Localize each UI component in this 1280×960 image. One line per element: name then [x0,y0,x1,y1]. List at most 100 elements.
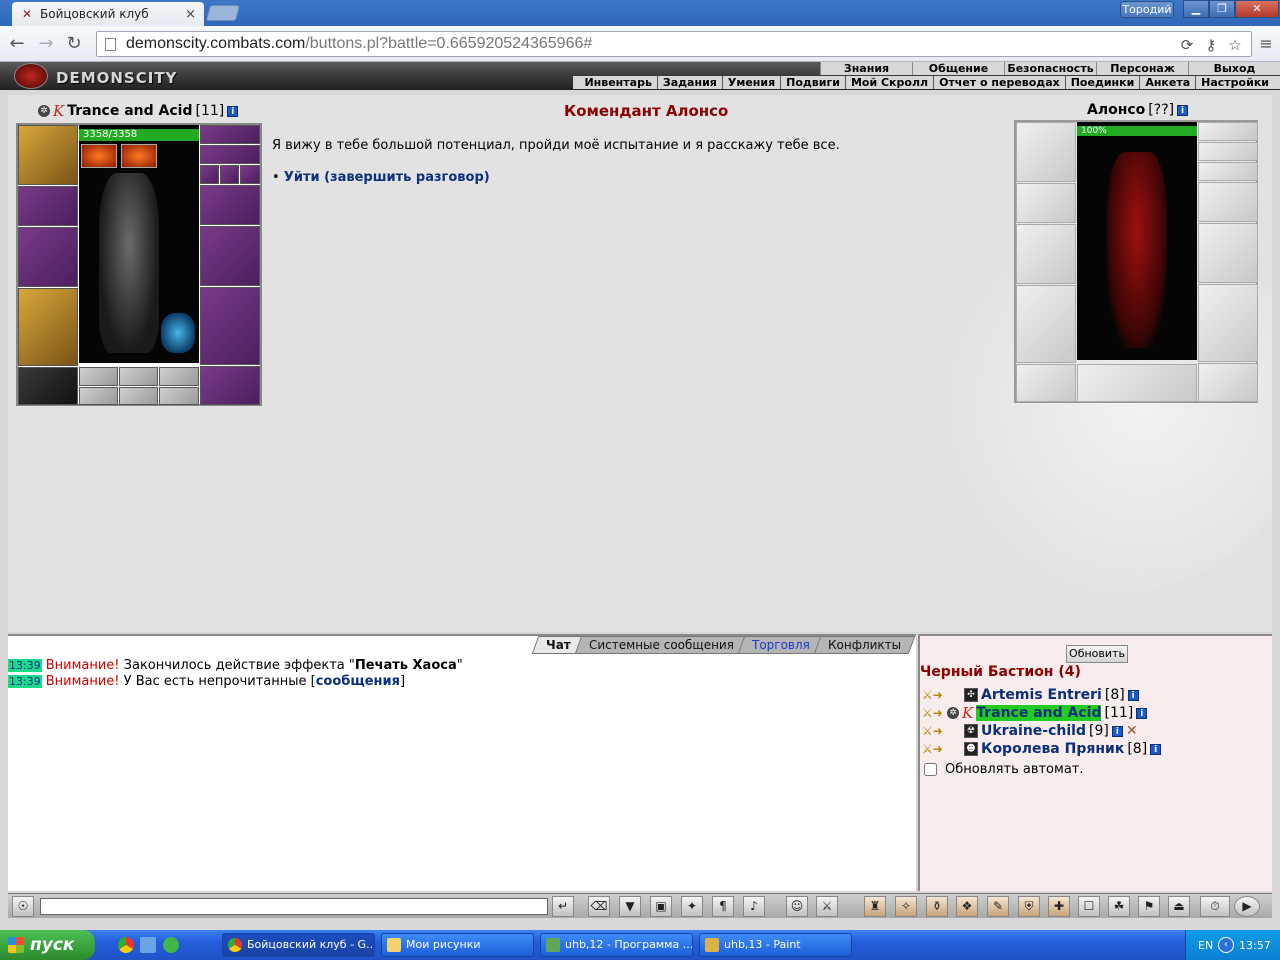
user-badge[interactable]: Тородий [1120,1,1174,18]
rune-slot[interactable] [119,367,158,386]
refresh-button[interactable]: Обновить [1066,645,1128,663]
sub-nav-item[interactable]: Мой Скролл [844,76,933,89]
clan-icon[interactable]: ✲ [947,707,959,719]
online-player-name[interactable]: Ukraine-child [981,723,1086,739]
flag-icon[interactable]: ⚑ [1138,896,1160,917]
chat-tab[interactable]: Торговля [737,636,825,654]
scroll-slot[interactable] [159,387,199,405]
filter-icon[interactable]: ▼ [619,896,641,917]
attack-icon[interactable]: ⚔➜ [922,724,944,738]
chat-tab[interactable]: Системные сообщения [574,636,749,654]
belt-slot[interactable] [18,367,78,405]
boots-slot[interactable] [200,366,260,405]
player-info-icon[interactable]: i [1111,725,1123,737]
clan-chat-icon[interactable]: ⚔ [816,896,838,917]
helmet-slot[interactable] [18,125,78,185]
tray-arrow-icon[interactable]: ‹ [1218,937,1234,953]
weapon-slot[interactable] [18,227,78,287]
forward-icon[interactable]: → [34,32,58,56]
player-info-icon[interactable]: i [227,105,239,117]
sub-nav-item[interactable]: Инвентарь [579,76,656,89]
online-player-name[interactable]: Королева Пряник [981,741,1124,757]
exit-icon[interactable]: ⏏ [1168,896,1190,917]
amulet-slot[interactable] [200,145,260,164]
clan-icon[interactable]: ✲ [38,105,50,117]
sound-icon[interactable]: ♪ [743,896,765,917]
messages-link[interactable]: сообщения [316,674,400,689]
address-bar[interactable]: demonscity.combats.com /buttons.pl?battl… [96,31,1252,57]
npc-info-icon[interactable]: i [1177,104,1189,116]
player-info-icon[interactable]: i [1127,689,1139,701]
start-button[interactable]: пуск [0,930,95,960]
utorrent-icon[interactable] [163,937,179,953]
browser-menu-icon[interactable]: ≡ [1256,34,1276,54]
chat-input[interactable] [40,898,548,915]
rune-slot[interactable] [159,367,199,386]
treasure-icon[interactable]: ❖ [956,896,978,917]
sub-nav-item[interactable]: Отчет о переводах [933,76,1065,89]
translit-icon[interactable]: ¶ [712,896,734,917]
sub-nav-item[interactable]: Умения [721,76,780,89]
scroll-icon[interactable]: ✎ [987,896,1009,917]
action-icon[interactable]: ✦ [681,896,703,917]
send-icon[interactable]: ↵ [552,896,574,917]
eraser-icon[interactable]: ⌫ [588,896,610,917]
player-info-icon[interactable]: i [1150,743,1162,755]
auto-refresh-toggle[interactable]: Обновлять автомат. [924,762,1084,777]
armor-icon[interactable]: ⛨ [1018,896,1040,917]
top-nav-item[interactable]: Знания [820,62,912,75]
ring-slot[interactable] [220,165,239,184]
chrome-icon[interactable] [118,937,134,953]
sub-nav-item[interactable]: Поединки [1064,76,1140,89]
top-nav-item[interactable]: Персонаж [1096,62,1188,75]
sub-nav-item[interactable]: Подвиги [780,76,845,89]
scroll-slot[interactable] [79,387,118,405]
save-icon[interactable]: ▣ [650,896,672,917]
scroll-slot[interactable] [119,387,158,405]
cross-icon[interactable]: ✚ [1048,896,1070,917]
explorer-icon[interactable] [140,937,156,953]
language-indicator[interactable]: EN [1198,939,1213,952]
back-icon[interactable]: ← [5,32,29,56]
play-icon[interactable]: ▶ [1234,896,1260,917]
online-player-name[interactable]: Artemis Entreri [981,687,1102,703]
attack-icon[interactable]: ⚔➜ [922,742,944,756]
minimize-button[interactable]: ▁ [1183,0,1209,18]
quest-icon[interactable]: ♜ [864,896,886,917]
attack-icon[interactable]: ⚔➜ [922,688,944,702]
sub-nav-item[interactable]: Настройки [1195,76,1274,89]
friends-icon[interactable]: ☘ [1108,896,1130,917]
chat-timestamp[interactable]: 13:39 [8,659,42,672]
task-button-browser[interactable]: Бойцовский клуб - G... [222,933,375,957]
pants-slot[interactable] [200,287,260,365]
top-nav-item[interactable]: Безопасность [1004,62,1096,75]
timer-icon[interactable]: ⏱ [1200,896,1230,917]
buff-icon[interactable] [121,144,157,168]
potion-icon[interactable]: ⚱ [926,896,948,917]
reload-icon[interactable]: ↻ [62,32,86,56]
gloves-slot[interactable] [200,185,260,225]
chat-timestamp[interactable]: 13:39 [8,675,42,688]
task-button-viewer[interactable]: uhb,12 - Программа ... [540,933,693,957]
task-button-paint[interactable]: uhb,13 - Paint [699,933,852,957]
rune-slot[interactable] [79,367,118,386]
gift-icon[interactable]: ☐ [1078,896,1100,917]
chat-tab[interactable]: Конфликты [813,636,916,654]
new-tab-button[interactable] [205,5,241,21]
magic-icon[interactable]: ✧ [895,896,917,917]
earring-slot[interactable] [200,125,260,144]
leave-dialog-link[interactable]: Уйти (завершить разговор) [284,170,490,185]
sync-icon[interactable]: ⟳ [1177,35,1197,55]
close-window-button[interactable]: ✕ [1235,0,1279,18]
sub-nav-item[interactable]: Анкета [1139,76,1195,89]
online-player-name[interactable]: Trance and Acid [976,705,1102,721]
bracer-slot[interactable] [18,186,78,226]
task-button-folder[interactable]: Мои рисунки [381,933,534,957]
maximize-button[interactable]: ❐ [1209,0,1235,18]
attack-icon[interactable]: ⚔➜ [922,706,944,720]
pet-icon[interactable] [161,313,195,353]
armor-slot[interactable] [18,288,78,366]
player-info-icon[interactable]: i [1136,707,1148,719]
chat-mode-icon[interactable]: ☉ [12,896,34,917]
ring-slot[interactable] [200,165,219,184]
